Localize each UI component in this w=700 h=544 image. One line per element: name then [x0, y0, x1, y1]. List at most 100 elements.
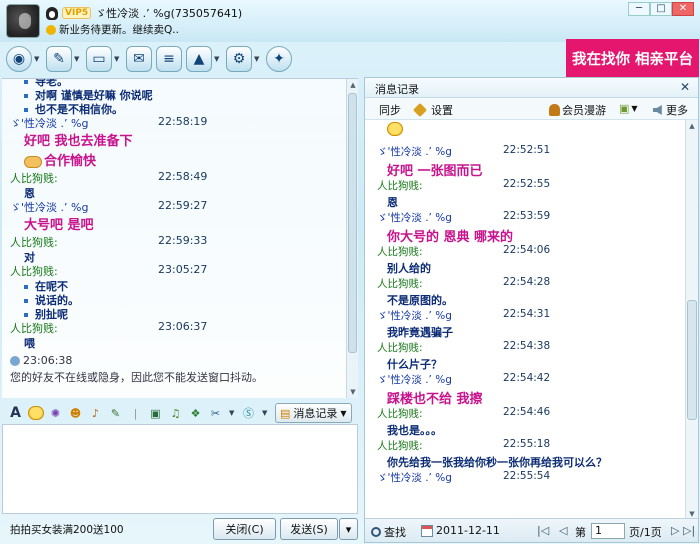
screenshot-dropdown-icon[interactable]: ▼	[229, 409, 237, 417]
system-time-line: 23:06:38	[10, 354, 72, 367]
history-my-line: ゞ'性冷淡 .’ %g	[377, 308, 452, 323]
history-scrollbar[interactable]: ▲ ▼	[685, 120, 698, 520]
history-friend-line: 人比狗贱:	[377, 244, 423, 259]
close-button[interactable]: 关闭(C)	[213, 518, 276, 540]
history-time: 22:53:59	[503, 210, 551, 222]
settings-icon[interactable]: ⚙	[226, 46, 252, 72]
screenshot-icon[interactable]: ✂	[207, 405, 224, 422]
history-friend-line: 人比狗贱:	[377, 406, 423, 421]
next-page-icon[interactable]: ▷	[671, 524, 679, 537]
history-message-list[interactable]: ゞ'性冷淡 .’ %g 22:52:51 好吧 一张图而已 人比狗贱: 22:52:55…	[365, 120, 698, 520]
money-icon[interactable]: Ⓢ	[240, 405, 257, 422]
folder-dropdown-icon[interactable]: ▼	[114, 55, 122, 63]
handshake-icon	[24, 156, 42, 168]
chat-line: 好吧 我也去准备下	[24, 130, 133, 149]
minimize-button[interactable]: ─	[628, 2, 650, 16]
history-scroll-thumb[interactable]	[687, 300, 697, 420]
message-history-panel: 消息记录 ✕ 同步 设置 会员漫游 ▣ ▼ 更多 ゞ'性冷淡 .’ %g 22:52…	[364, 77, 699, 543]
friend-name: 人比狗贱:	[377, 342, 423, 354]
camera-dropdown-icon[interactable]: ▼	[34, 55, 42, 63]
microphone-icon[interactable]: ✎	[46, 46, 72, 72]
page-input[interactable]: 1	[591, 523, 625, 539]
gift-icon[interactable]: ❖	[187, 405, 204, 422]
send-options-button[interactable]: ▾	[339, 518, 358, 540]
avatar[interactable]	[6, 4, 40, 38]
send-button[interactable]: 发送(S)	[280, 518, 338, 540]
info-icon	[10, 356, 20, 366]
history-time: 22:55:54	[503, 470, 551, 482]
history-message: 踩楼也不给 我擦	[387, 392, 483, 407]
message-text: 喂	[24, 337, 35, 350]
chat-scrollbar[interactable]: ▲ ▼	[346, 79, 358, 398]
chat-line: 人比狗贱: 23:05:27	[10, 263, 207, 279]
shake-icon[interactable]: ☻	[67, 405, 84, 422]
folder-icon[interactable]: ▭	[86, 46, 112, 72]
chat-line: ゞ'性冷淡 .’ %g 22:59:27	[10, 199, 207, 215]
history-settings-button[interactable]: 设置	[412, 102, 453, 118]
history-time: 22:54:31	[503, 308, 551, 320]
qq-penguin-icon	[46, 6, 58, 20]
app-icon[interactable]: ▲	[186, 46, 212, 72]
money-dropdown-icon[interactable]: ▼	[262, 409, 270, 417]
apps-circle-icon[interactable]: ✦	[266, 46, 292, 72]
maximize-button[interactable]: □	[650, 2, 672, 16]
bullet-icon	[24, 80, 28, 84]
speaker-icon	[653, 105, 662, 115]
friend-name: 人比狗贱:	[377, 408, 423, 420]
history-view-button[interactable]: ▣ ▼	[619, 102, 638, 115]
history-time: 22:54:46	[503, 406, 551, 418]
settings-dropdown-icon[interactable]: ▼	[254, 55, 262, 63]
more-button[interactable]: 更多	[653, 102, 688, 118]
close-window-button[interactable]: ✕	[672, 2, 694, 16]
voice-icon[interactable]: ♪	[87, 405, 104, 422]
font-icon[interactable]: A	[7, 405, 24, 422]
scroll-down-icon[interactable]: ▼	[347, 386, 358, 398]
chat-line: 大号吧 是吧	[24, 214, 94, 233]
bullet-icon	[24, 285, 28, 289]
last-page-icon[interactable]: ▷|	[683, 524, 695, 537]
chat-history-pane[interactable]: 导老。 对啊 谨慎是好嘛 你说呢 也不是不相信你。 ゞ'性冷淡 .’ %g 22:58:…	[2, 78, 358, 398]
history-time: 22:54:06	[503, 244, 551, 256]
history-date: 2011-12-11	[436, 524, 500, 537]
image-icon[interactable]: ▣	[147, 405, 164, 422]
signature-line: 新业务待更新。继续卖Q..	[46, 22, 179, 37]
emoji-icon[interactable]	[27, 405, 44, 422]
magic-emoji-icon[interactable]: ✺	[47, 405, 64, 422]
first-page-icon[interactable]: |◁	[537, 524, 549, 537]
search-label: 查找	[384, 526, 406, 539]
history-scroll-up-icon[interactable]: ▲	[686, 120, 698, 132]
vip-badge: VIP5	[62, 7, 92, 19]
format-toolbar: A ✺ ☻ ♪ ✎ | ▣ ♫ ❖ ✂ ▼ Ⓢ ▼ ▤ 消息记录 ▼	[2, 402, 358, 424]
bottom-ad-link[interactable]: 拍拍买女装满200送100	[10, 522, 124, 537]
notes-icon[interactable]: ≡	[156, 46, 182, 72]
ad-banner[interactable]: 我在找你 相亲平台	[566, 39, 699, 77]
camera-icon[interactable]: ◉	[6, 46, 32, 72]
scroll-thumb[interactable]	[348, 93, 357, 353]
history-footer: 查找 2011-12-11 |◁ ◁ 第 1 页/1页 ▷ ▷|	[365, 518, 698, 542]
doodle-icon[interactable]: ✎	[107, 405, 124, 422]
my-name: ゞ'性冷淡 .’ %g	[377, 472, 452, 484]
sync-button[interactable]: 同步	[379, 102, 401, 118]
friend-name: 人比狗贱:	[10, 172, 58, 185]
chat-line: 人比狗贱: 22:59:33	[10, 234, 207, 250]
search-button[interactable]: 查找	[371, 524, 406, 540]
prev-page-icon[interactable]: ◁	[559, 524, 567, 537]
history-close-icon[interactable]: ✕	[680, 80, 690, 94]
page-value: 1	[591, 523, 625, 539]
bullet-icon	[24, 94, 28, 98]
chat-line: 人比狗贱: 22:58:49	[10, 170, 207, 186]
date-picker[interactable]: 2011-12-11	[421, 524, 500, 537]
message-history-button[interactable]: ▤ 消息记录 ▼	[275, 403, 352, 423]
message-input[interactable]	[2, 424, 358, 514]
history-toolbar: 同步 设置 会员漫游 ▣ ▼ 更多	[365, 98, 698, 120]
mail-icon[interactable]: ✉	[126, 46, 152, 72]
history-friend-line: 人比狗贱:	[377, 178, 423, 193]
history-title-bar: 消息记录 ✕	[365, 78, 698, 98]
message-time: 22:58:19	[158, 115, 208, 128]
member-roaming-button[interactable]: 会员漫游	[549, 102, 606, 118]
music-icon[interactable]: ♫	[167, 405, 184, 422]
app-dropdown-icon[interactable]: ▼	[214, 55, 222, 63]
scroll-up-icon[interactable]: ▲	[347, 79, 358, 91]
mic-dropdown-icon[interactable]: ▼	[74, 55, 82, 63]
message-text: 合作愉快	[44, 154, 97, 169]
